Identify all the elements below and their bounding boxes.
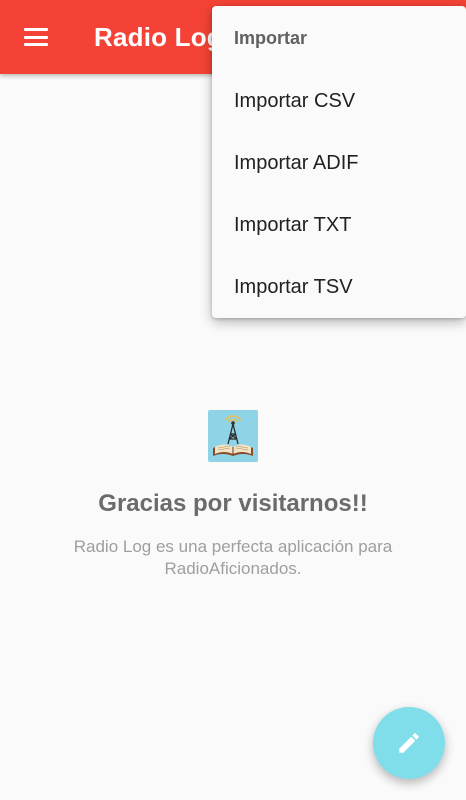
import-popup-menu: Importar Importar CSV Importar ADIF Impo… bbox=[212, 6, 466, 318]
menu-item-import-csv[interactable]: Importar CSV bbox=[212, 70, 466, 132]
menu-button[interactable] bbox=[0, 0, 72, 74]
menu-item-import-adif[interactable]: Importar ADIF bbox=[212, 132, 466, 194]
empty-state-title: Gracias por visitarnos!! bbox=[98, 490, 368, 517]
app-title: Radio Log bbox=[94, 21, 223, 52]
hamburger-menu-icon bbox=[24, 28, 48, 46]
popup-menu-header: Importar bbox=[234, 27, 308, 48]
empty-state-description: Radio Log es una perfecta aplicación par… bbox=[73, 537, 393, 578]
pencil-icon bbox=[399, 733, 419, 753]
empty-state: Gracias por visitarnos!! Radio Log es un… bbox=[0, 410, 466, 580]
edit-fab-button[interactable] bbox=[373, 707, 445, 779]
menu-item-import-txt[interactable]: Importar TXT bbox=[212, 194, 466, 256]
menu-item-import-tsv[interactable]: Importar TSV bbox=[212, 256, 466, 318]
radio-tower-book-icon bbox=[208, 410, 258, 462]
